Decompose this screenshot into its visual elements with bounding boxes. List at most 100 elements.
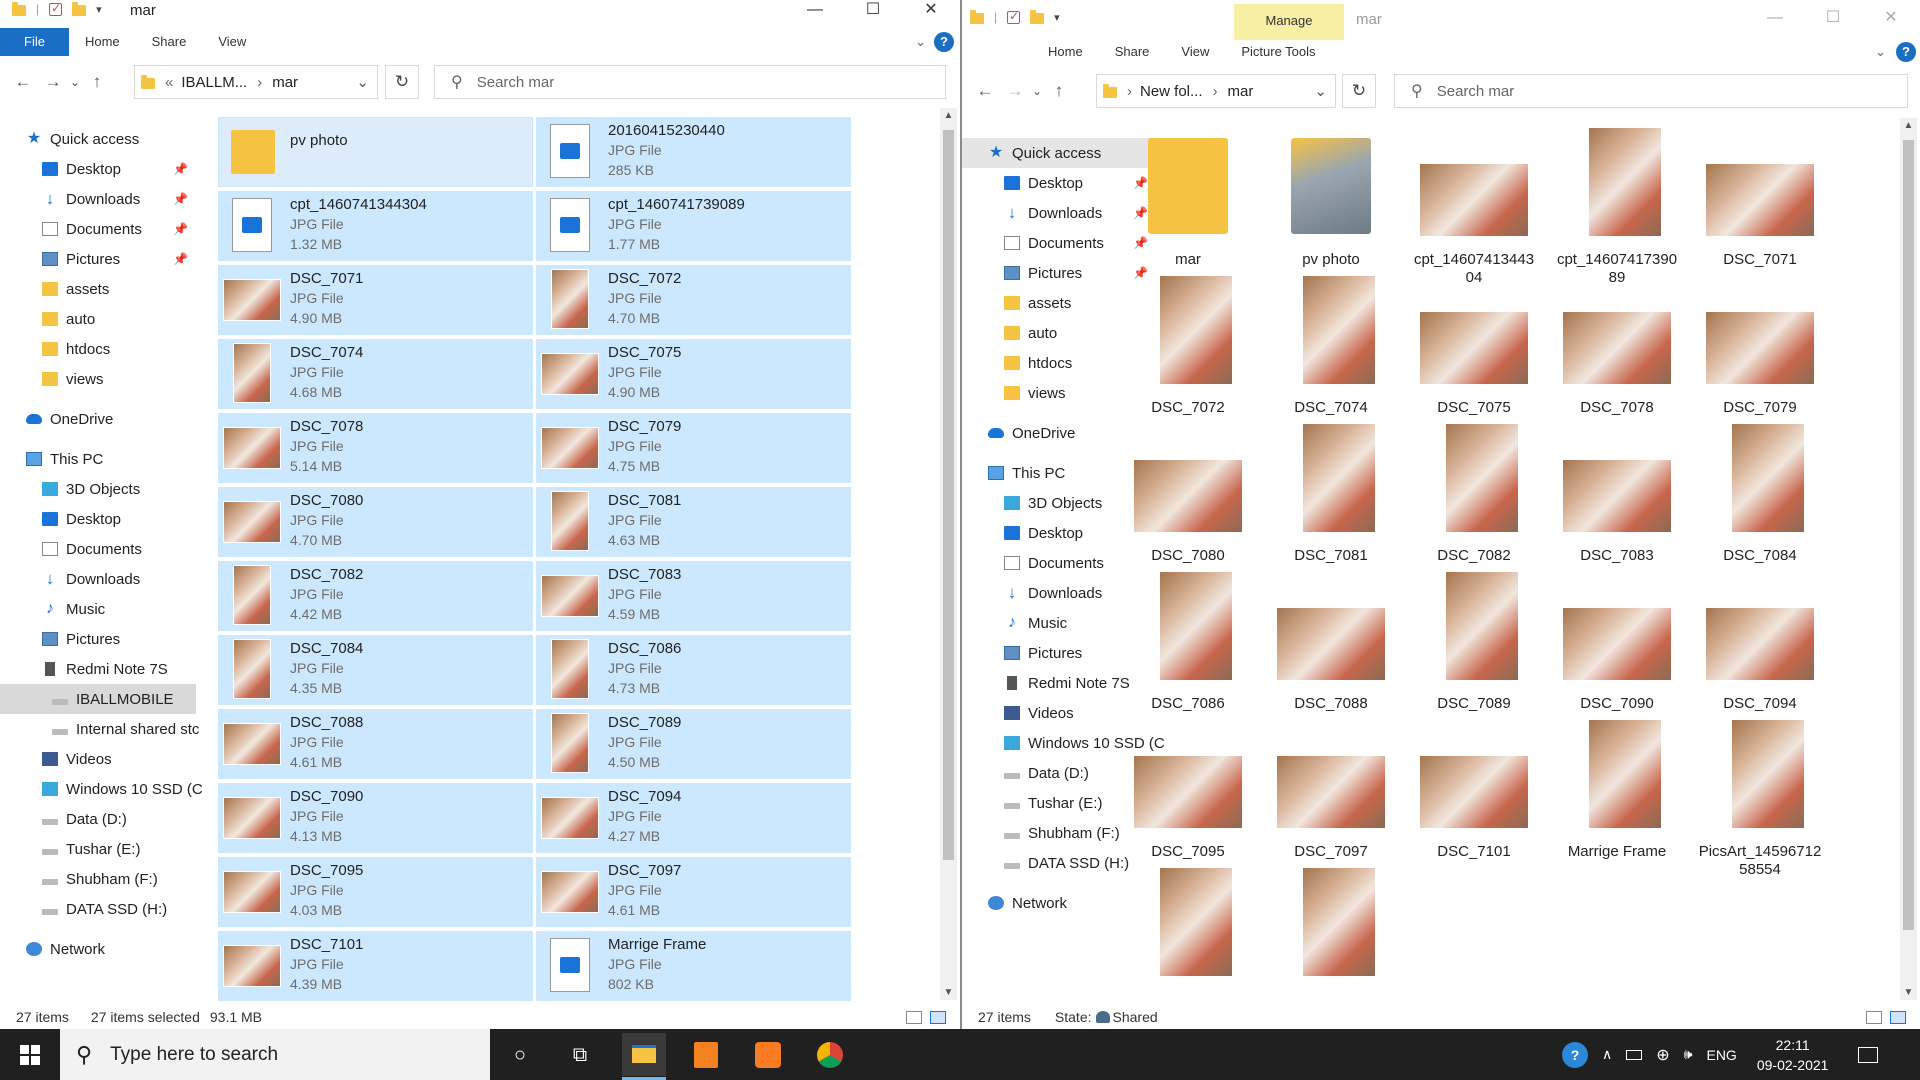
scroll-down-icon[interactable]: ▼ — [940, 987, 957, 998]
file-tile[interactable]: DSC_7079 — [1695, 276, 1825, 426]
search-input[interactable]: ⚲ Search mar — [434, 65, 946, 99]
large-icons-view-icon[interactable] — [930, 1011, 946, 1024]
nav-item-auto[interactable]: auto — [0, 304, 196, 334]
file-tile[interactable] — [1266, 868, 1396, 1018]
help-icon[interactable]: ? — [1896, 42, 1916, 62]
nav-item-data-ssd-h[interactable]: DATA SSD (H:) — [0, 894, 196, 924]
nav-item-shubham-f[interactable]: Shubham (F:) — [0, 864, 196, 894]
up-arrow-icon[interactable]: ↑ — [82, 72, 112, 92]
minimize-icon[interactable]: — — [786, 0, 844, 22]
nav-item-documents[interactable]: Documents — [0, 534, 196, 564]
tab-share[interactable]: Share — [136, 28, 203, 56]
cortana-icon[interactable]: ○ — [500, 1037, 540, 1073]
file-tile[interactable]: DSC_7084 JPG File 4.35 MB — [218, 635, 533, 705]
folder-tile[interactable]: pv photo — [218, 117, 533, 187]
nav-item-htdocs[interactable]: htdocs — [0, 334, 196, 364]
file-tile[interactable]: DSC_7088 JPG File 4.61 MB — [218, 709, 533, 779]
address-bar[interactable]: › New fol... › mar ⌄ — [1096, 74, 1336, 108]
pin-icon[interactable]: 📌 — [173, 162, 188, 176]
file-tile[interactable]: DSC_7094 — [1695, 572, 1825, 722]
scroll-thumb[interactable] — [943, 130, 954, 860]
sublime-text-icon[interactable] — [686, 1037, 726, 1073]
chevron-down-icon[interactable]: ⌄ — [1314, 82, 1327, 100]
scroll-up-icon[interactable]: ▲ — [940, 110, 957, 121]
file-tile[interactable]: DSC_7080 JPG File 4.70 MB — [218, 487, 533, 557]
scroll-up-icon[interactable]: ▲ — [1900, 120, 1917, 131]
file-tile[interactable]: Marrige Frame — [1552, 720, 1682, 870]
back-arrow-icon[interactable]: ← — [8, 72, 38, 92]
tab-view[interactable]: View — [1165, 38, 1225, 66]
file-tile[interactable]: DSC_7086 — [1123, 572, 1253, 722]
minimize-icon[interactable]: — — [1746, 8, 1804, 30]
file-tile[interactable]: DSC_7082 — [1409, 424, 1539, 574]
nav-item-windows-10-ssd-c[interactable]: Windows 10 SSD (C — [0, 774, 203, 804]
nav-item-documents[interactable]: Documents 📌 — [0, 214, 196, 244]
nav-item-assets[interactable]: assets — [0, 274, 196, 304]
nav-item-music[interactable]: ♪ Music — [0, 594, 196, 624]
file-tile[interactable]: Marrige Frame JPG File 802 KB — [536, 931, 851, 1001]
file-tile[interactable]: DSC_7071 — [1695, 128, 1825, 278]
folder-tile[interactable]: pv photo — [1266, 128, 1396, 278]
file-tile[interactable]: DSC_7094 JPG File 4.27 MB — [536, 783, 851, 853]
file-tile[interactable]: DSC_7095 JPG File 4.03 MB — [218, 857, 533, 927]
nav-item-downloads[interactable]: ↓ Downloads — [0, 564, 196, 594]
taskbar-search-box[interactable]: ⚲ Type here to search — [60, 1029, 490, 1080]
maximize-icon[interactable]: ☐ — [1804, 8, 1862, 30]
tab-home[interactable]: Home — [69, 28, 136, 56]
nav-item-pictures[interactable]: Pictures 📌 — [0, 244, 196, 274]
forward-arrow-icon[interactable]: → — [38, 72, 68, 92]
file-tile[interactable]: DSC_7083 — [1552, 424, 1682, 574]
nav-item-tushar-e[interactable]: Tushar (E:) — [0, 834, 196, 864]
nav-item-quick-access[interactable]: ★ Quick access — [0, 124, 196, 154]
file-tile[interactable]: DSC_7079 JPG File 4.75 MB — [536, 413, 851, 483]
refresh-icon[interactable]: ↻ — [385, 65, 419, 99]
file-tile[interactable]: DSC_7086 JPG File 4.73 MB — [536, 635, 851, 705]
nav-item-desktop[interactable]: Desktop — [0, 504, 196, 534]
file-tile[interactable]: DSC_7074 — [1266, 276, 1396, 426]
file-tile[interactable]: DSC_7101 — [1409, 720, 1539, 870]
file-tile[interactable]: DSC_7078 JPG File 5.14 MB — [218, 413, 533, 483]
nav-item-onedrive[interactable]: OneDrive — [0, 404, 196, 434]
file-tile[interactable]: DSC_7075 JPG File 4.90 MB — [536, 339, 851, 409]
volume-icon[interactable]: 🕪 — [1684, 1046, 1693, 1063]
file-tile[interactable]: cpt_1460741739089 JPG File 1.77 MB — [536, 191, 851, 261]
properties-icon[interactable] — [1007, 9, 1021, 24]
nav-item-this-pc[interactable]: This PC — [0, 444, 196, 474]
pin-icon[interactable]: 📌 — [173, 252, 188, 266]
file-tile[interactable]: DSC_7089 — [1409, 572, 1539, 722]
close-icon[interactable]: ✕ — [1862, 8, 1920, 30]
nav-item-network[interactable]: Network — [0, 934, 196, 964]
scroll-thumb[interactable] — [1903, 140, 1914, 930]
nav-item-3d-objects[interactable]: 3D Objects — [0, 474, 196, 504]
network-globe-icon[interactable]: ⊕ — [1656, 1045, 1669, 1065]
file-tile[interactable]: DSC_7078 — [1552, 276, 1682, 426]
file-tile[interactable]: 20160415230440 JPG File 285 KB — [536, 117, 851, 187]
nav-item-internal-shared-stc[interactable]: Internal shared stc — [0, 714, 199, 744]
clock[interactable]: 22:11 09-02-2021 — [1757, 1035, 1829, 1075]
file-tile[interactable]: PicsArt_14596712 58554 — [1695, 720, 1825, 878]
close-icon[interactable]: ✕ — [902, 0, 960, 22]
file-tile[interactable]: DSC_7088 — [1266, 572, 1396, 722]
file-tile[interactable]: DSC_7075 — [1409, 276, 1539, 426]
recent-locations-icon[interactable]: ⌄ — [1030, 84, 1044, 98]
pin-icon[interactable]: 📌 — [173, 192, 188, 206]
file-tile[interactable]: DSC_7072 JPG File 4.70 MB — [536, 265, 851, 335]
file-tile[interactable]: DSC_7083 JPG File 4.59 MB — [536, 561, 851, 631]
details-view-icon[interactable] — [906, 1011, 922, 1024]
task-view-icon[interactable]: ⧉ — [560, 1037, 600, 1073]
tab-home[interactable]: Home — [1032, 38, 1099, 66]
file-explorer-taskbar-icon[interactable] — [622, 1033, 666, 1076]
file-tile[interactable]: DSC_7101 JPG File 4.39 MB — [218, 931, 533, 1001]
nav-item-views[interactable]: views — [0, 364, 196, 394]
nav-item-redmi-note-7s[interactable]: Redmi Note 7S — [0, 654, 196, 684]
file-tile[interactable]: DSC_7081 JPG File 4.63 MB — [536, 487, 851, 557]
file-tile[interactable]: DSC_7081 — [1266, 424, 1396, 574]
tab-picture-tools[interactable]: Picture Tools — [1225, 38, 1331, 66]
nav-item-downloads[interactable]: ↓ Downloads 📌 — [0, 184, 196, 214]
file-tile[interactable]: DSC_7074 JPG File 4.68 MB — [218, 339, 533, 409]
new-folder-icon[interactable] — [1030, 9, 1045, 24]
start-button[interactable] — [0, 1029, 60, 1080]
nav-item-iballmobile[interactable]: IBALLMOBILE — [0, 684, 196, 714]
xampp-icon[interactable] — [748, 1037, 788, 1073]
tab-view[interactable]: View — [202, 28, 262, 56]
